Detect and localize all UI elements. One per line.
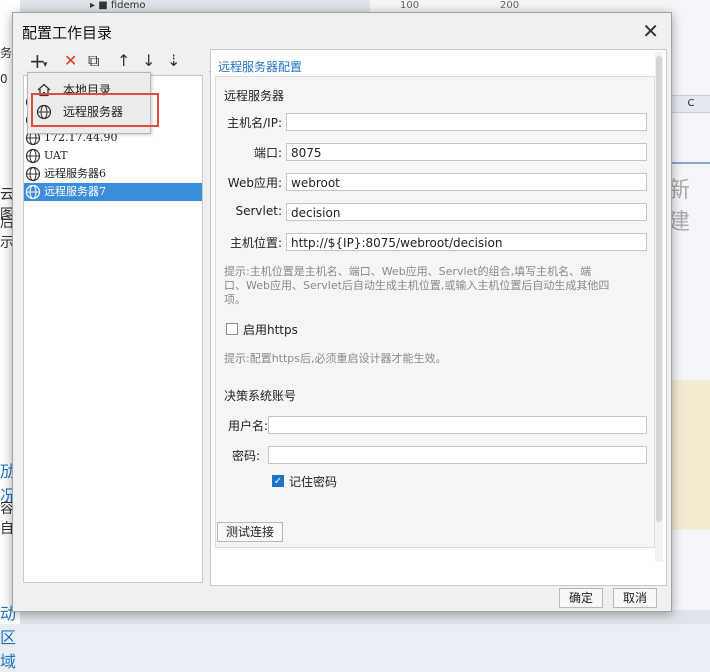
- location-label: 主机位置:: [229, 236, 282, 250]
- background-fragment: 务: [0, 46, 13, 60]
- ok-button[interactable]: 确定: [559, 588, 603, 608]
- webapp-input[interactable]: webroot: [286, 173, 647, 191]
- https-hint: 提示:配置https后,必须重启设计器才能生效。: [224, 352, 447, 365]
- background-yellow-block: [672, 380, 710, 530]
- server-config-group: 远程服务器 主机名/IP: 端口: 8075 Web应用: webroot Se…: [215, 76, 655, 548]
- config-workdir-dialog: 配置工作目录 ✕ + ▾ ✕ ⧉ ↑ ↓ ⇣ 172.17.44.90 UAT …: [12, 12, 672, 612]
- webapp-label: Web应用:: [227, 176, 282, 190]
- directory-tree: 172.17.44.90 UAT 远程服务器6 远程服务器7: [23, 75, 203, 583]
- move-up-button[interactable]: ↑: [117, 51, 130, 71]
- username-label: 用户名:: [227, 419, 268, 433]
- server-heading: 远程服务器: [224, 89, 285, 103]
- globe-icon: [25, 166, 41, 182]
- account-heading: 决策系统账号: [224, 389, 297, 403]
- globe-icon: [25, 184, 41, 200]
- dialog-titlebar: 配置工作目录 ✕: [13, 13, 671, 49]
- location-input[interactable]: http://${IP}:8075/webroot/decision: [286, 233, 647, 251]
- vertical-scrollbar[interactable]: [655, 52, 663, 562]
- server-config-panel: 远程服务器配置 远程服务器 主机名/IP: 端口: 8075 Web应用: we…: [210, 49, 667, 586]
- tree-item[interactable]: UAT: [24, 147, 202, 165]
- tree-item-label: 远程服务器7: [44, 185, 106, 198]
- port-input[interactable]: 8075: [286, 143, 647, 161]
- copy-button[interactable]: ⧉: [88, 51, 99, 71]
- tree-item-label: 远程服务器6: [44, 167, 106, 180]
- tree-item[interactable]: 远程服务器7: [24, 183, 202, 201]
- test-connection-button[interactable]: 测试连接: [217, 522, 283, 542]
- tree-item-label: UAT: [44, 149, 68, 162]
- sort-button[interactable]: ⇣: [167, 51, 180, 71]
- background-new-text: 新建: [668, 178, 691, 235]
- port-label: 端口:: [253, 146, 282, 160]
- move-down-button[interactable]: ↓: [142, 51, 155, 71]
- scrollbar-thumb[interactable]: [656, 56, 662, 522]
- host-label: 主机名/IP:: [227, 116, 282, 130]
- location-hint-line: 口、Web应用、Servlet后自动生成主机位置,或输入主机位置后自动生成其他四: [224, 279, 610, 292]
- https-checkbox[interactable]: [226, 323, 238, 335]
- annotation-highlight-box: [31, 93, 159, 127]
- delete-button[interactable]: ✕: [64, 51, 77, 71]
- location-hint: 提示:主机位置是主机名、端口、Web应用、Servlet的组合,填写主机名、端 …: [224, 265, 650, 307]
- host-input[interactable]: [286, 113, 647, 131]
- https-label: 启用https: [243, 323, 298, 337]
- background-bottom-bar: [20, 610, 710, 624]
- remember-password-label: 记住密码: [289, 475, 338, 489]
- background-accent-line: [670, 162, 710, 164]
- servlet-input[interactable]: decision: [286, 203, 647, 221]
- remember-password-checkbox[interactable]: ✓: [272, 475, 284, 487]
- cancel-button[interactable]: 取消: [613, 588, 657, 608]
- tree-item[interactable]: 远程服务器6: [24, 165, 202, 183]
- location-hint-line: 项。: [224, 293, 246, 306]
- ruler-tick: 100: [400, 0, 420, 11]
- dialog-title: 配置工作目录: [22, 24, 113, 42]
- location-hint-line: 提示:主机位置是主机名、端口、Web应用、Servlet的组合,填写主机名、端: [224, 265, 592, 278]
- servlet-label: Servlet:: [235, 204, 283, 218]
- section-title: 远程服务器配置: [218, 60, 303, 74]
- username-input[interactable]: [268, 416, 647, 434]
- background-fragment: 0: [0, 72, 8, 86]
- ruler-tick: 200: [500, 0, 520, 11]
- password-label: 密码:: [231, 449, 260, 463]
- background-column-header: C: [670, 95, 710, 113]
- background-tree-item: ▸ ■ fidemo: [90, 0, 146, 11]
- globe-icon: [25, 148, 41, 164]
- password-input[interactable]: [268, 446, 647, 464]
- close-icon[interactable]: ✕: [642, 19, 659, 43]
- background-right-panel: [670, 0, 710, 624]
